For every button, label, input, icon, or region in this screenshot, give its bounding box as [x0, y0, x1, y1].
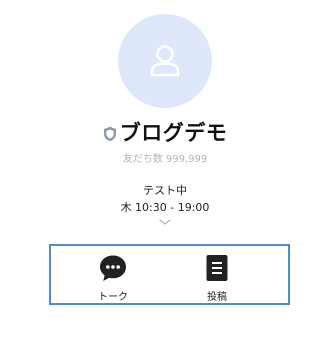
- profile-name-row: ブログデモ: [0, 120, 330, 146]
- action-bar: トーク 投稿: [49, 244, 290, 305]
- status-text: テスト中: [143, 184, 187, 197]
- posts-document-icon: [206, 255, 228, 281]
- profile-name: ブログデモ: [119, 121, 228, 145]
- chat-bubble-icon: [100, 255, 126, 281]
- avatar[interactable]: [118, 14, 212, 108]
- talk-label: トーク: [98, 292, 128, 303]
- posts-label: 投稿: [207, 292, 227, 303]
- business-hours: 木 10:30 - 19:00: [120, 201, 210, 214]
- friends-count: 友だち数 999,999: [122, 154, 208, 165]
- verified-shield-icon: [103, 126, 117, 142]
- chevron-down-icon[interactable]: [157, 217, 173, 227]
- user-silhouette-icon: [150, 45, 180, 77]
- talk-button[interactable]: トーク: [83, 254, 143, 303]
- posts-button[interactable]: 投稿: [187, 254, 247, 303]
